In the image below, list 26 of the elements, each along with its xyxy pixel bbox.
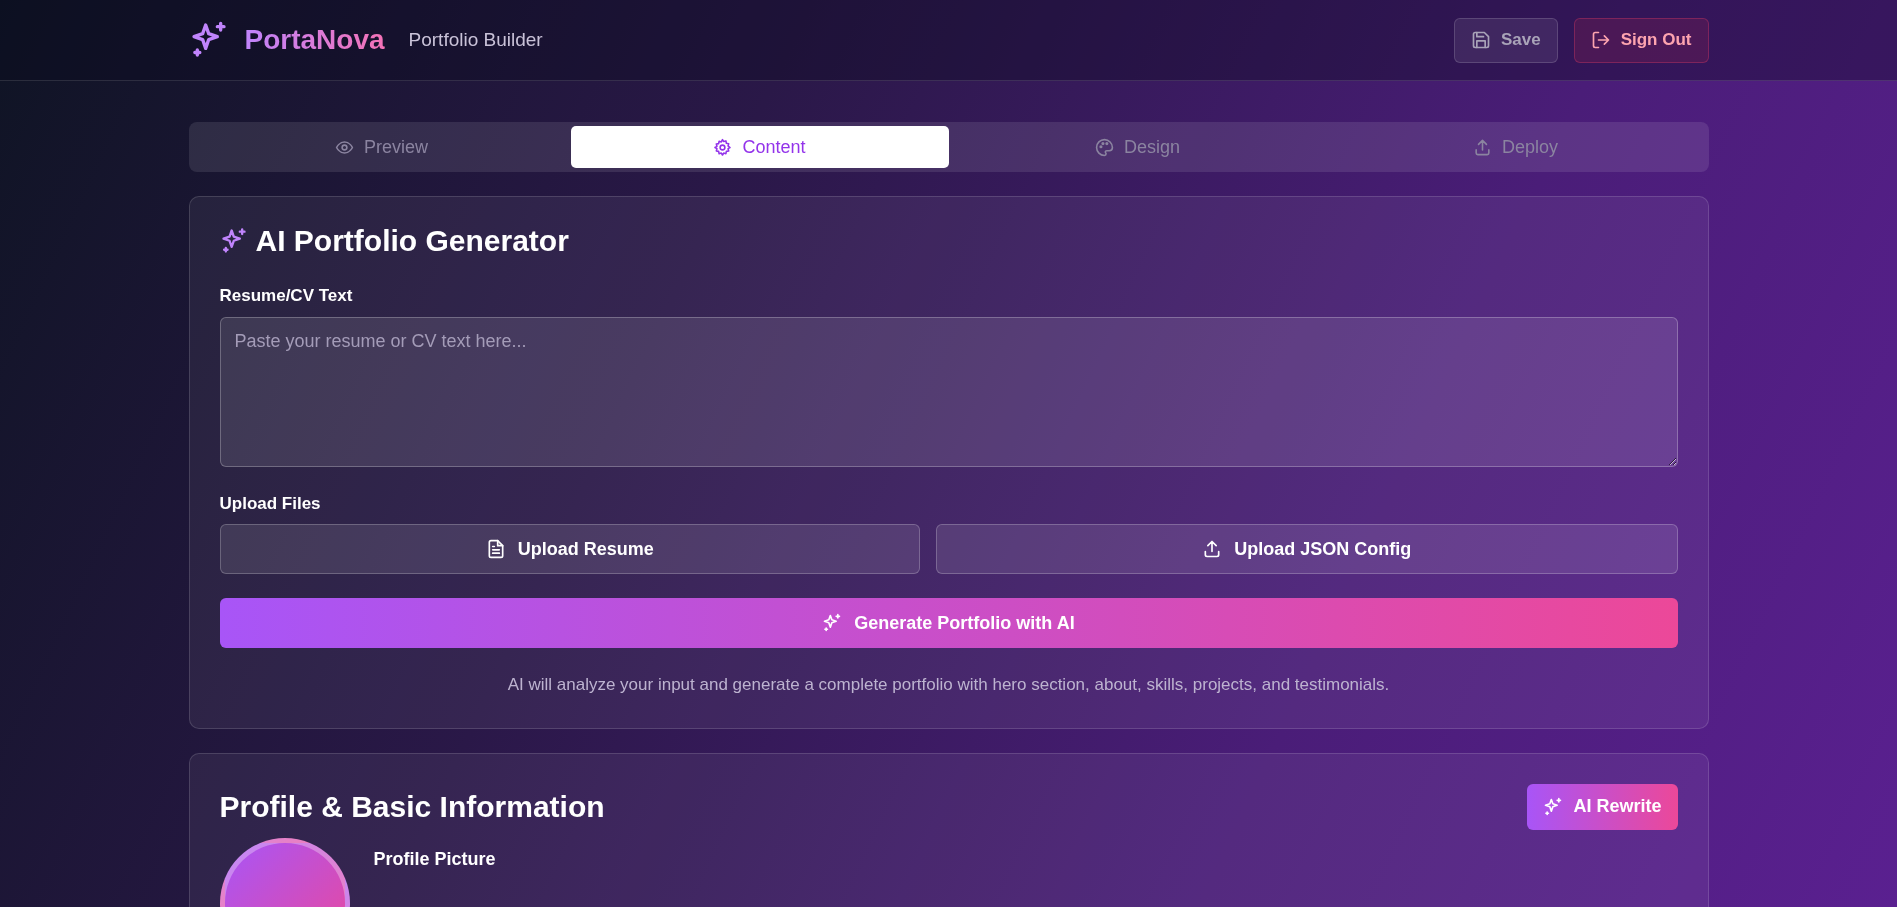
- ai-rewrite-button[interactable]: AI Rewrite: [1527, 783, 1678, 830]
- sign-out-icon: [1590, 30, 1611, 50]
- tab[interactable]: Design: [948, 126, 1327, 168]
- card-title: AI Portfolio Generator: [255, 223, 569, 259]
- settings-icon: [713, 137, 733, 157]
- field-label: Upload Files: [219, 492, 322, 515]
- generate-button[interactable]: Generate Portfolio with AI: [219, 598, 1678, 648]
- tab[interactable]: Content: [570, 126, 949, 168]
- help-text: AI will analyze your input and generate a complete portfolio with hero section, about, skills, projects, and testimonials.: [506, 674, 1391, 696]
- field-label: Profile Picture: [373, 847, 496, 871]
- sign-out-button[interactable]: Sign Out: [1573, 17, 1709, 63]
- upload-icon: [1473, 137, 1492, 157]
- sparkle-icon: [219, 227, 248, 255]
- field-label: Resume/CV Text: [219, 285, 354, 307]
- save-icon: [1470, 30, 1491, 50]
- tab[interactable]: Deploy: [1326, 126, 1705, 168]
- app-subtitle: Portfolio Builder: [408, 27, 543, 52]
- upload-icon: [1202, 539, 1223, 559]
- tab[interactable]: Preview: [192, 126, 571, 168]
- upload-config-button[interactable]: Upload JSON Config: [936, 524, 1678, 574]
- palette-icon: [1095, 137, 1114, 157]
- upload-resume-button[interactable]: Upload Resume: [219, 524, 920, 574]
- save-button[interactable]: Save: [1453, 17, 1558, 63]
- sparkle-icon: [822, 613, 843, 633]
- sparkle-icon: [1543, 796, 1564, 817]
- card-title: Profile & Basic Information: [219, 788, 605, 825]
